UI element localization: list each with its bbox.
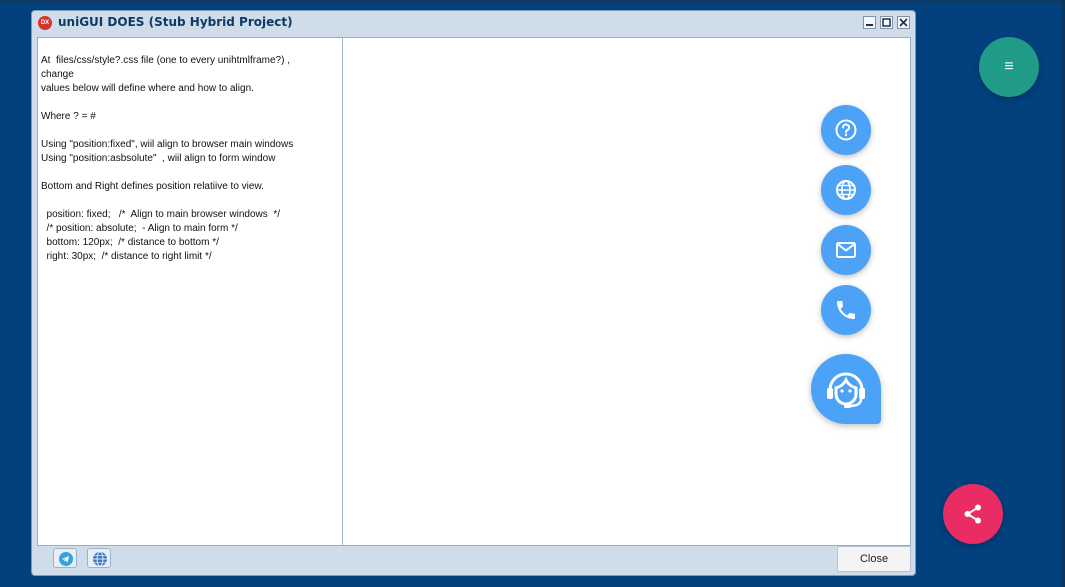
www-button[interactable] — [87, 548, 111, 568]
help-icon — [835, 119, 857, 141]
www-icon — [93, 551, 107, 567]
telegram-button[interactable] — [53, 548, 77, 568]
maximize-icon — [882, 18, 891, 27]
desktop-right-edge — [1061, 0, 1065, 587]
minimize-icon — [866, 24, 873, 26]
close-icon — [899, 18, 908, 27]
mail-icon — [836, 242, 856, 258]
close-button[interactable]: Close — [837, 546, 911, 572]
globe-icon — [836, 180, 856, 200]
app-logo-icon: DX — [38, 16, 52, 30]
support-agent-button[interactable] — [811, 354, 881, 424]
telegram-icon — [59, 552, 73, 566]
desktop-top-edge — [0, 0, 1065, 4]
phone-icon — [837, 301, 855, 319]
app-window: DX uniGUI DOES (Stub Hybrid Project) At … — [31, 10, 916, 576]
close-window-button[interactable] — [897, 16, 910, 29]
share-icon — [964, 504, 981, 524]
website-button[interactable] — [821, 165, 871, 215]
menu-button[interactable]: ≡ — [979, 37, 1039, 97]
window-title: uniGUI DOES (Stub Hybrid Project) — [58, 15, 293, 29]
maximize-button[interactable] — [880, 16, 893, 29]
help-button[interactable] — [821, 105, 871, 155]
email-button[interactable] — [821, 225, 871, 275]
css-instructions-memo[interactable]: At files/css/style?.css file (one to eve… — [38, 38, 343, 545]
window-titlebar[interactable]: DX uniGUI DOES (Stub Hybrid Project) — [32, 11, 915, 35]
window-footer: Close — [37, 546, 911, 574]
minimize-button[interactable] — [863, 16, 876, 29]
menu-icon: ≡ — [1004, 58, 1014, 75]
window-body: At files/css/style?.css file (one to eve… — [37, 37, 911, 546]
phone-button[interactable] — [821, 285, 871, 335]
share-button[interactable] — [943, 484, 1003, 544]
support-agent-icon — [827, 372, 865, 408]
